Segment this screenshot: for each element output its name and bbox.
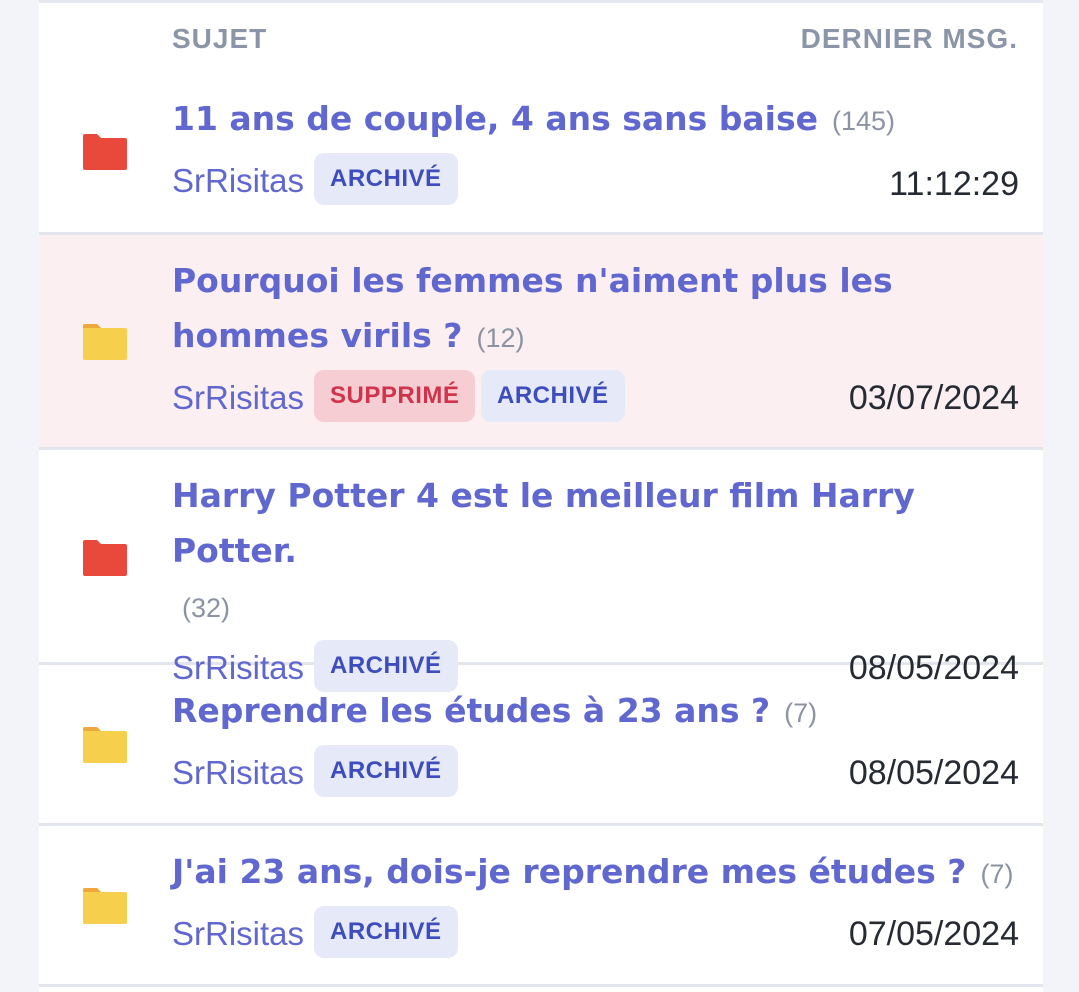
- folder-hot-icon: [83, 540, 127, 576]
- topic-row[interactable]: Pourquoi les femmes n'aiment plus les ho…: [39, 235, 1043, 450]
- author-link[interactable]: SrRisitas: [172, 379, 304, 417]
- last-message-date[interactable]: 07/05/2024: [849, 915, 1019, 954]
- topic-row[interactable]: Harry Potter 4 est le meilleur film Harr…: [39, 450, 1043, 692]
- reply-count: (32): [182, 593, 231, 623]
- column-header-last-message: DERNIER MSG.: [800, 23, 1018, 54]
- topic-title[interactable]: Pourquoi les femmes n'aiment plus les ho…: [172, 261, 893, 355]
- author-link[interactable]: SrRisitas: [172, 162, 304, 200]
- reply-count: (7): [784, 698, 818, 728]
- last-message-time[interactable]: 11:12:29: [889, 165, 1019, 204]
- topic-row[interactable]: J'ai 23 ans, dois-je reprendre mes étude…: [39, 826, 1043, 987]
- deleted-badge: SUPPRIMÉ: [314, 370, 476, 422]
- topic-title[interactable]: J'ai 23 ans, dois-je reprendre mes étude…: [172, 852, 966, 891]
- folder-icon: [83, 727, 127, 763]
- topic-title-link[interactable]: Harry Potter 4 est le meilleur film Harr…: [172, 468, 1019, 636]
- archived-badge: ARCHIVÉ: [481, 370, 625, 422]
- column-header-subject: SUJET: [172, 23, 268, 54]
- last-message-date[interactable]: 03/07/2024: [849, 379, 1019, 418]
- reply-count: (145): [831, 106, 895, 136]
- topic-title-link[interactable]: 11 ans de couple, 4 ans sans baise (145): [172, 91, 1019, 149]
- folder-icon: [83, 324, 127, 360]
- archived-badge: ARCHIVÉ: [314, 745, 458, 797]
- topic-title-link[interactable]: Reprendre les études à 23 ans ? (7): [172, 683, 1019, 741]
- topic-title-link[interactable]: Pourquoi les femmes n'aiment plus les ho…: [172, 253, 1019, 366]
- last-message-date[interactable]: 08/05/2024: [849, 754, 1019, 793]
- reply-count: (12): [476, 323, 525, 353]
- topic-row[interactable]: Reprendre les études à 23 ans ? (7) SrRis…: [39, 665, 1043, 826]
- topic-list: SUJET DERNIER MSG. 11 ans de couple, 4 a…: [39, 0, 1043, 992]
- folder-hot-icon: [83, 134, 127, 170]
- topic-title[interactable]: 11 ans de couple, 4 ans sans baise: [172, 99, 818, 138]
- reply-count: (7): [980, 859, 1014, 889]
- author-link[interactable]: SrRisitas: [172, 915, 304, 953]
- archived-badge: ARCHIVÉ: [314, 906, 458, 958]
- topic-title-link[interactable]: J'ai 23 ans, dois-je reprendre mes étude…: [172, 844, 1019, 902]
- author-link[interactable]: SrRisitas: [172, 754, 304, 792]
- folder-icon: [83, 888, 127, 924]
- list-header: SUJET DERNIER MSG.: [39, 3, 1043, 80]
- topic-row[interactable]: 11 ans de couple, 4 ans sans baise (145) …: [39, 80, 1043, 235]
- archived-badge: ARCHIVÉ: [314, 153, 458, 205]
- topic-title[interactable]: Reprendre les études à 23 ans ?: [172, 691, 770, 730]
- topic-title[interactable]: Harry Potter 4 est le meilleur film Harr…: [172, 476, 915, 570]
